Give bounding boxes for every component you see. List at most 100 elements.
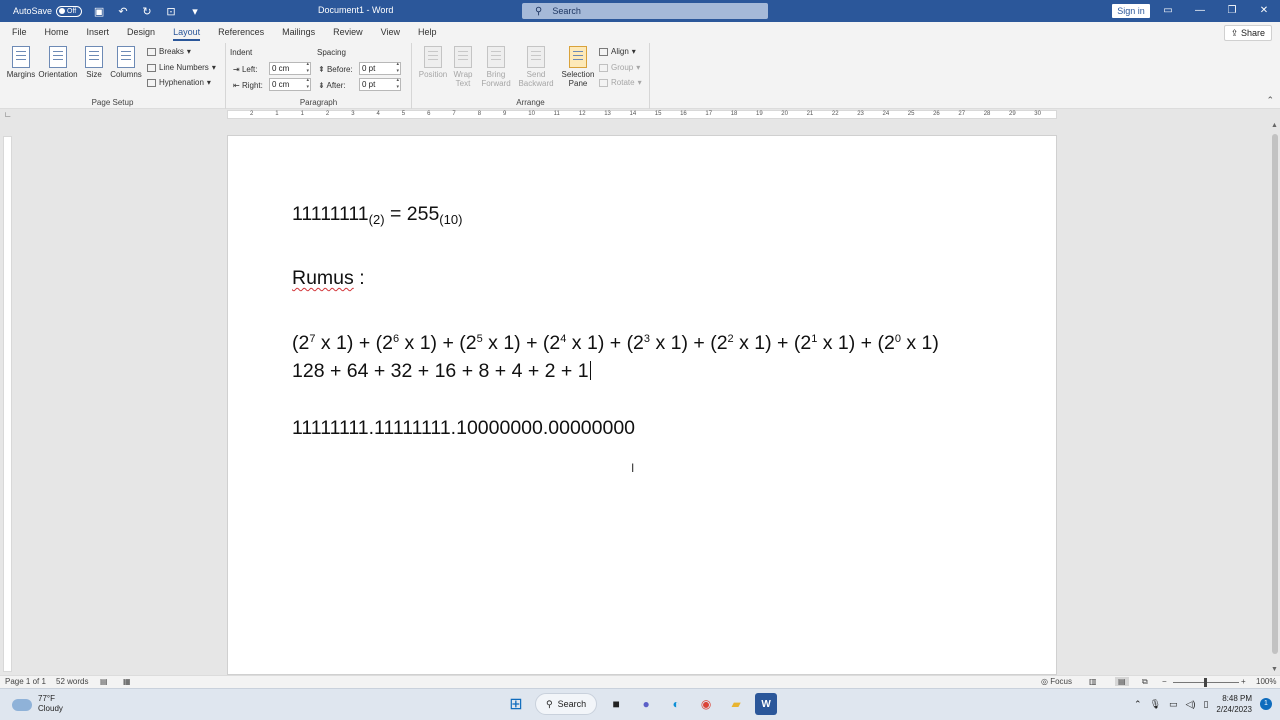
orientation-button[interactable]: Orientation — [38, 46, 78, 79]
start-icon[interactable]: ⊞ — [505, 693, 527, 715]
save-icon[interactable]: ▣ — [92, 5, 106, 18]
spacing-after-field[interactable]: 0 pt — [359, 77, 401, 91]
print-layout-icon[interactable]: ▤ — [1115, 677, 1129, 686]
ruler-tick-label: 6 — [427, 111, 431, 117]
chrome-icon[interactable]: ◉ — [695, 693, 717, 715]
hyphenation-button[interactable]: Hyphenation ▾ — [147, 78, 211, 87]
word-app-icon[interactable]: W — [755, 693, 778, 715]
margins-button[interactable]: Margins — [6, 46, 36, 79]
task-view-icon[interactable]: ■ — [605, 693, 627, 715]
tab-selector-icon[interactable]: ∟ — [4, 110, 12, 119]
selection-pane-button[interactable]: Selection Pane — [560, 46, 596, 88]
autosave-toggle[interactable]: Off — [56, 5, 83, 17]
formula-term-base: (2 — [710, 332, 728, 354]
file-explorer-icon[interactable]: ▰ — [725, 693, 747, 715]
minimize-icon[interactable]: — — [1184, 0, 1216, 22]
zoom-in-icon[interactable]: + — [1241, 677, 1246, 686]
line-numbers-button[interactable]: Line Numbers ▾ — [147, 63, 216, 72]
tab-design[interactable]: Design — [118, 22, 164, 43]
ruler-tick-label: 9 — [503, 111, 507, 117]
formula-term-base: (2 — [626, 332, 644, 354]
scroll-down-icon[interactable]: ▼ — [1271, 666, 1278, 673]
tab-home[interactable]: Home — [36, 22, 78, 43]
zoom-slider-knob[interactable] — [1204, 678, 1207, 687]
document-page[interactable]: 11111111(2) = 255(10) Rumus : (27 x 1) +… — [227, 135, 1057, 675]
breaks-button[interactable]: Breaks ▾ — [147, 47, 191, 56]
tab-insert[interactable]: Insert — [78, 22, 119, 43]
ribbon-display-icon[interactable]: ▭ — [1152, 0, 1184, 22]
teams-chat-icon[interactable]: ● — [635, 693, 657, 715]
indent-left-text: Left: — [241, 65, 258, 74]
tab-file[interactable]: File — [3, 22, 36, 43]
vertical-scrollbar[interactable]: ▲ ▼ — [1270, 120, 1280, 675]
align-label: Align — [611, 47, 629, 56]
notification-badge[interactable]: 1 — [1260, 698, 1272, 710]
size-button[interactable]: Size — [84, 46, 104, 79]
horizontal-ruler[interactable]: 2 1 1 2 3 4 5 6 7 8 9 10 11 12 13 14 15 16 17 18 19 20 21 22 23 2… — [227, 110, 1057, 119]
spacing-before-label: ⇞ Before: — [318, 65, 353, 74]
cloud-icon — [12, 699, 32, 711]
taskbar-apps: ⊞ ⚲ Search ■ ● ◐ ◉ ▰ W — [505, 693, 778, 715]
rotate-button[interactable]: Rotate ▾ — [599, 78, 642, 87]
restore-icon[interactable]: ❐ — [1216, 0, 1248, 22]
clock[interactable]: 8:48 PM 2/24/2023 — [1216, 693, 1252, 715]
collapse-ribbon-icon[interactable]: ⌃ — [1266, 95, 1274, 106]
zoom-slider[interactable] — [1173, 678, 1239, 687]
spacing-before-field[interactable]: 0 pt — [359, 61, 401, 75]
zoom-out-icon[interactable]: − — [1162, 677, 1167, 686]
bring-forward-button[interactable]: Bring Forward — [478, 46, 514, 88]
battery-icon[interactable]: ▯ — [1203, 699, 1208, 710]
weather-widget[interactable]: 77°F Cloudy — [12, 694, 63, 714]
search-box[interactable]: ⚲ Search — [522, 3, 768, 19]
tab-view[interactable]: View — [372, 22, 409, 43]
ruler-tick-label: 5 — [401, 111, 406, 117]
zoom-level[interactable]: 100% — [1256, 677, 1276, 686]
edge-icon[interactable]: ◐ — [665, 693, 687, 715]
ruler-tick-label: 2 — [325, 111, 330, 117]
customize-qat-icon[interactable]: ▾ — [188, 5, 202, 18]
align-button[interactable]: Align ▾ — [599, 47, 636, 56]
read-mode-icon[interactable]: ▥ — [1089, 677, 1097, 686]
tab-layout[interactable]: Layout — [164, 22, 209, 43]
line-numbers-label: Line Numbers — [159, 63, 209, 72]
undo-icon[interactable]: ↶ — [116, 5, 130, 18]
ruler-tick-label: 13 — [604, 111, 611, 117]
formula-term-multiplier: x 1) — [315, 332, 354, 354]
tab-review[interactable]: Review — [324, 22, 372, 43]
redo-icon[interactable]: ↻ — [140, 5, 154, 18]
columns-button[interactable]: Columns — [109, 46, 143, 79]
tab-help[interactable]: Help — [409, 22, 446, 43]
system-tray: ⌃ 🎙 ▭ ◁) ▯ 8:48 PM 2/24/2023 1 — [1134, 693, 1272, 715]
tab-mailings[interactable]: Mailings — [273, 22, 324, 43]
proofing-icon[interactable]: ▤ — [100, 677, 108, 686]
tab-references[interactable]: References — [209, 22, 273, 43]
scrollbar-thumb[interactable] — [1272, 134, 1278, 654]
autosave-control[interactable]: AutoSave Off — [13, 5, 83, 17]
web-layout-icon[interactable]: ⧉ — [1142, 677, 1148, 687]
vertical-ruler[interactable] — [3, 136, 12, 672]
ruler-tick-label: 20 — [781, 111, 788, 117]
close-icon[interactable]: ✕ — [1248, 0, 1280, 22]
page-count[interactable]: Page 1 of 1 — [5, 677, 46, 686]
scroll-up-icon[interactable]: ▲ — [1271, 122, 1278, 129]
word-count[interactable]: 52 words — [56, 677, 88, 686]
ruler-tick-label: 27 — [958, 111, 966, 117]
share-button[interactable]: ⇪ Share — [1223, 25, 1272, 41]
accessibility-icon[interactable]: ▦ — [123, 677, 131, 686]
volume-icon[interactable]: ◁) — [1186, 699, 1196, 710]
sign-in-button[interactable]: Sign in — [1112, 4, 1150, 18]
send-backward-button[interactable]: Send Backward — [516, 46, 556, 88]
indent-left-field[interactable]: 0 cm — [269, 61, 311, 75]
indent-right-field[interactable]: 0 cm — [269, 77, 311, 91]
network-icon[interactable]: ▭ — [1169, 699, 1178, 710]
taskbar-search[interactable]: ⚲ Search — [535, 693, 598, 715]
wrap-text-button[interactable]: Wrap Text — [452, 46, 474, 88]
microphone-icon[interactable]: 🎙 — [1150, 699, 1161, 710]
touch-mode-icon[interactable]: ⊡ — [164, 5, 178, 18]
focus-button[interactable]: ◎ Focus — [1041, 677, 1072, 686]
decimal-value: = 255 — [384, 203, 440, 225]
show-hidden-icons-icon[interactable]: ⌃ — [1134, 699, 1142, 710]
wrap-text-label-2: Text — [455, 79, 471, 88]
position-button[interactable]: Position — [418, 46, 448, 79]
group-button[interactable]: Group ▾ — [599, 63, 640, 72]
